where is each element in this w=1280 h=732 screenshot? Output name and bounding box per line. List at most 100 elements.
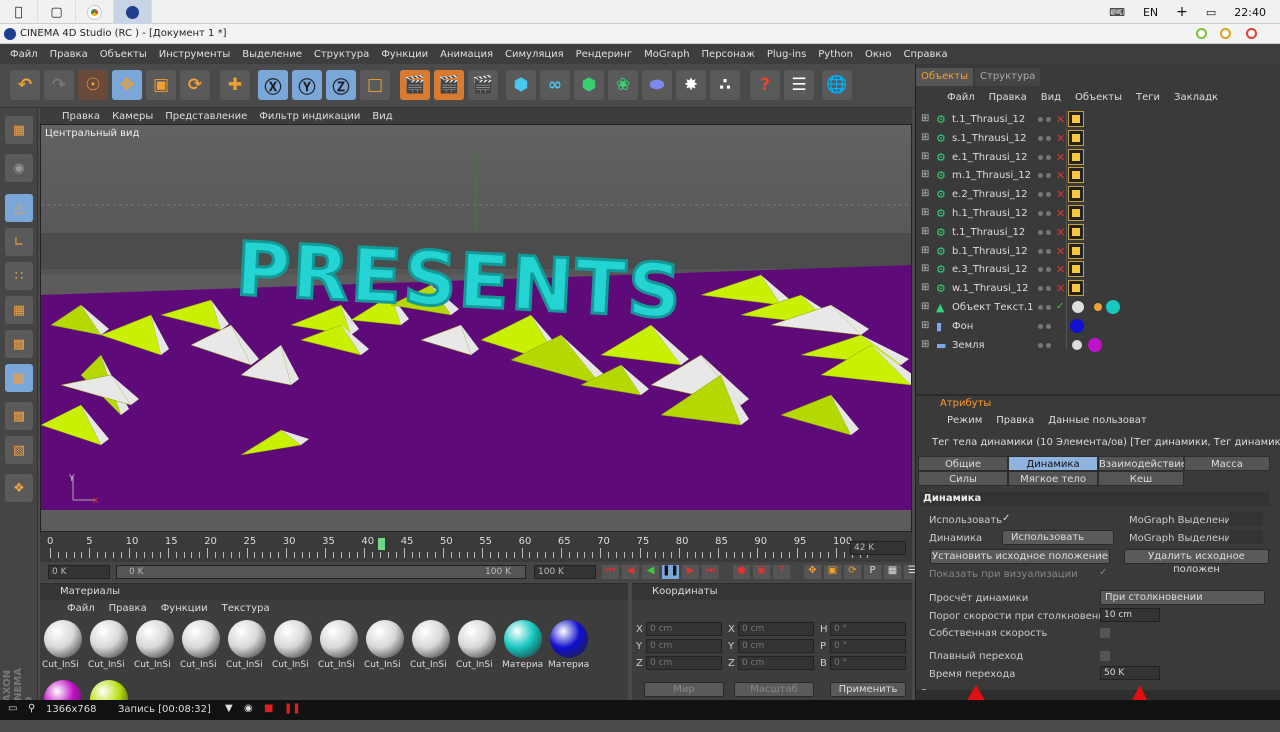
material-swatch[interactable]: Cut_InSi xyxy=(272,620,314,672)
pause-icon[interactable]: ❚❚ xyxy=(662,565,679,579)
coordinate-system-icon[interactable]: □ xyxy=(360,70,390,100)
render-visibility-dot[interactable] xyxy=(1046,267,1051,273)
next-key-icon[interactable]: ▶ xyxy=(682,565,699,579)
dynamics-tag-icon[interactable] xyxy=(1068,261,1084,278)
globe-icon[interactable]: 🌐 xyxy=(822,70,852,100)
object-row[interactable]: ⊞ ⚙ e.2_Thrausi_12 ✕ xyxy=(916,185,1280,204)
object-menu-item-0[interactable]: Файл xyxy=(940,92,982,103)
transition-time-field[interactable]: 50 K xyxy=(1100,666,1160,680)
render-settings-icon[interactable]: 🎬 xyxy=(468,70,498,100)
disabled-icon[interactable]: ✕ xyxy=(1056,226,1065,239)
render-visibility-dot[interactable] xyxy=(1046,323,1051,329)
object-row[interactable]: ⊞ ▬ Земля xyxy=(916,336,1280,355)
mograph-icon[interactable]: ∴ xyxy=(710,70,740,100)
stop-icon[interactable]: ■ xyxy=(264,703,273,714)
material-tag-icon[interactable] xyxy=(1088,337,1102,352)
timeline-playhead[interactable] xyxy=(378,538,385,550)
menu-item-5[interactable]: Структура xyxy=(308,49,375,60)
object-menu-item-3[interactable]: Объекты xyxy=(1068,92,1129,103)
tab-structure[interactable]: Структура xyxy=(975,68,1041,86)
expand-icon[interactable]: ⊞ xyxy=(921,132,929,143)
checker-icon[interactable]: ▩ xyxy=(5,402,33,430)
render-visibility-dot[interactable] xyxy=(1046,117,1051,122)
render-visibility-dot[interactable] xyxy=(1046,286,1051,292)
disabled-icon[interactable]: ✕ xyxy=(1056,282,1065,295)
menu-item-14[interactable]: Окно xyxy=(859,49,898,60)
attributes-menu-item-0[interactable]: Режим xyxy=(940,415,989,426)
help-key-icon[interactable]: ? xyxy=(773,565,790,579)
key-param-icon[interactable]: P xyxy=(864,565,881,579)
play-backward-icon[interactable]: ◀ xyxy=(642,565,659,579)
autokey-icon[interactable]: ▣ xyxy=(753,565,770,579)
x-axis-icon[interactable]: Ⓧ xyxy=(258,70,288,100)
object-row[interactable]: ⊞ ⚙ t.1_Thrausi_12 ✕ xyxy=(916,223,1280,242)
dynamics-tag-icon[interactable] xyxy=(1068,167,1084,184)
coord-value-field[interactable]: 0 ° xyxy=(830,622,906,636)
menu-item-0[interactable]: Файл xyxy=(4,49,44,60)
key-scale-icon[interactable]: ▣ xyxy=(824,565,841,579)
dynamics-tag-icon[interactable] xyxy=(1068,111,1084,127)
viewport-menu-item-4[interactable]: Вид xyxy=(366,111,398,122)
custom-velocity-checkbox[interactable] xyxy=(1100,628,1110,638)
editor-visibility-dot[interactable] xyxy=(1038,192,1043,198)
render-visibility-dot[interactable] xyxy=(1046,342,1051,348)
battery-icon[interactable]: ▭ xyxy=(1206,6,1216,19)
disabled-icon[interactable]: ✕ xyxy=(1056,188,1065,201)
show-in-render-checkbox[interactable]: ✓ xyxy=(1099,567,1109,578)
expand-icon[interactable]: ⊞ xyxy=(921,207,929,218)
cube-icon[interactable]: ⬢ xyxy=(506,70,536,100)
spline-icon[interactable]: ∞ xyxy=(540,70,570,100)
attr-tab-row2-2[interactable]: Кеш xyxy=(1098,471,1184,486)
z-axis-icon[interactable]: Ⓩ xyxy=(326,70,356,100)
viewport-menu-item-3[interactable]: Фильтр индикации xyxy=(253,111,366,122)
search-icon[interactable]: ⚲ xyxy=(28,703,35,714)
scale-icon[interactable]: ▣ xyxy=(146,70,176,100)
help-icon[interactable]: ? xyxy=(750,70,780,100)
render-visibility-dot[interactable] xyxy=(1046,211,1051,216)
monitor-icon[interactable]: ▭ xyxy=(8,703,17,714)
smooth-transition-checkbox[interactable] xyxy=(1100,651,1110,661)
coord-value-field[interactable]: 0 cm xyxy=(646,639,722,653)
go-end-icon[interactable]: ⏭ xyxy=(702,565,719,579)
axis-mode-icon[interactable]: ∟ xyxy=(5,228,33,256)
object-row[interactable]: ⊞ ⚙ h.1_Thrausi_12 ✕ xyxy=(916,204,1280,223)
viewport-menu-item-1[interactable]: Камеры xyxy=(106,111,159,122)
attr-tab-1[interactable]: Динамика xyxy=(1008,456,1098,471)
live-select-icon[interactable]: ☉ xyxy=(78,70,108,100)
menu-item-11[interactable]: Персонаж xyxy=(696,49,761,60)
object-menu-item-5[interactable]: Закладк xyxy=(1167,92,1225,103)
set-initial-state-button[interactable]: Установить исходное положение xyxy=(930,549,1110,564)
window-icon[interactable]: ▢ xyxy=(38,0,76,24)
keyboard-icon[interactable]: ⌨ xyxy=(1109,6,1125,19)
materials-menu-item-3[interactable]: Текстура xyxy=(215,601,277,617)
expand-icon[interactable]: ⊞ xyxy=(921,226,929,237)
deformer-icon[interactable]: ⬬ xyxy=(642,70,672,100)
material-swatch[interactable]: Материа xyxy=(548,620,590,672)
menu-item-3[interactable]: Инструменты xyxy=(153,49,237,60)
tag-icon[interactable] xyxy=(1072,339,1082,350)
cinema4d-icon[interactable] xyxy=(114,0,152,24)
material-swatch[interactable]: Cut_InSi xyxy=(364,620,406,672)
material-swatch[interactable]: Cut_InSi xyxy=(410,620,452,672)
range-slider[interactable]: 0 K 100 K xyxy=(116,565,526,579)
expand-icon[interactable]: ⊞ xyxy=(921,188,929,199)
tag-icon[interactable] xyxy=(1094,303,1102,311)
editor-visibility-dot[interactable] xyxy=(1038,211,1043,216)
dynamics-tag-icon[interactable] xyxy=(1068,205,1084,221)
coord-mode-scale[interactable]: Масштаб xyxy=(734,682,814,697)
attr-tab-row2-0[interactable]: Силы xyxy=(918,471,1008,486)
model-mode-icon[interactable]: △ xyxy=(5,194,33,222)
materials-menu-item-0[interactable]: Файл xyxy=(60,601,102,617)
texture-mode-icon[interactable]: ▦ xyxy=(5,364,33,392)
disabled-icon[interactable]: ✕ xyxy=(1056,245,1065,258)
coord-value-field[interactable]: 0 cm xyxy=(738,639,814,653)
editor-visibility-dot[interactable] xyxy=(1038,323,1043,329)
key-grid-icon[interactable]: ▦ xyxy=(884,565,901,579)
tag-icon[interactable] xyxy=(1072,301,1084,313)
editor-visibility-dot[interactable] xyxy=(1038,286,1043,292)
polygons-mode-icon[interactable]: ▩ xyxy=(5,330,33,358)
render-visibility-dot[interactable] xyxy=(1046,154,1051,160)
move-icon[interactable]: ✥ xyxy=(112,70,142,100)
coord-value-field[interactable]: 0 ° xyxy=(830,639,906,653)
material-swatch[interactable]: Cut_InSi xyxy=(134,620,176,672)
